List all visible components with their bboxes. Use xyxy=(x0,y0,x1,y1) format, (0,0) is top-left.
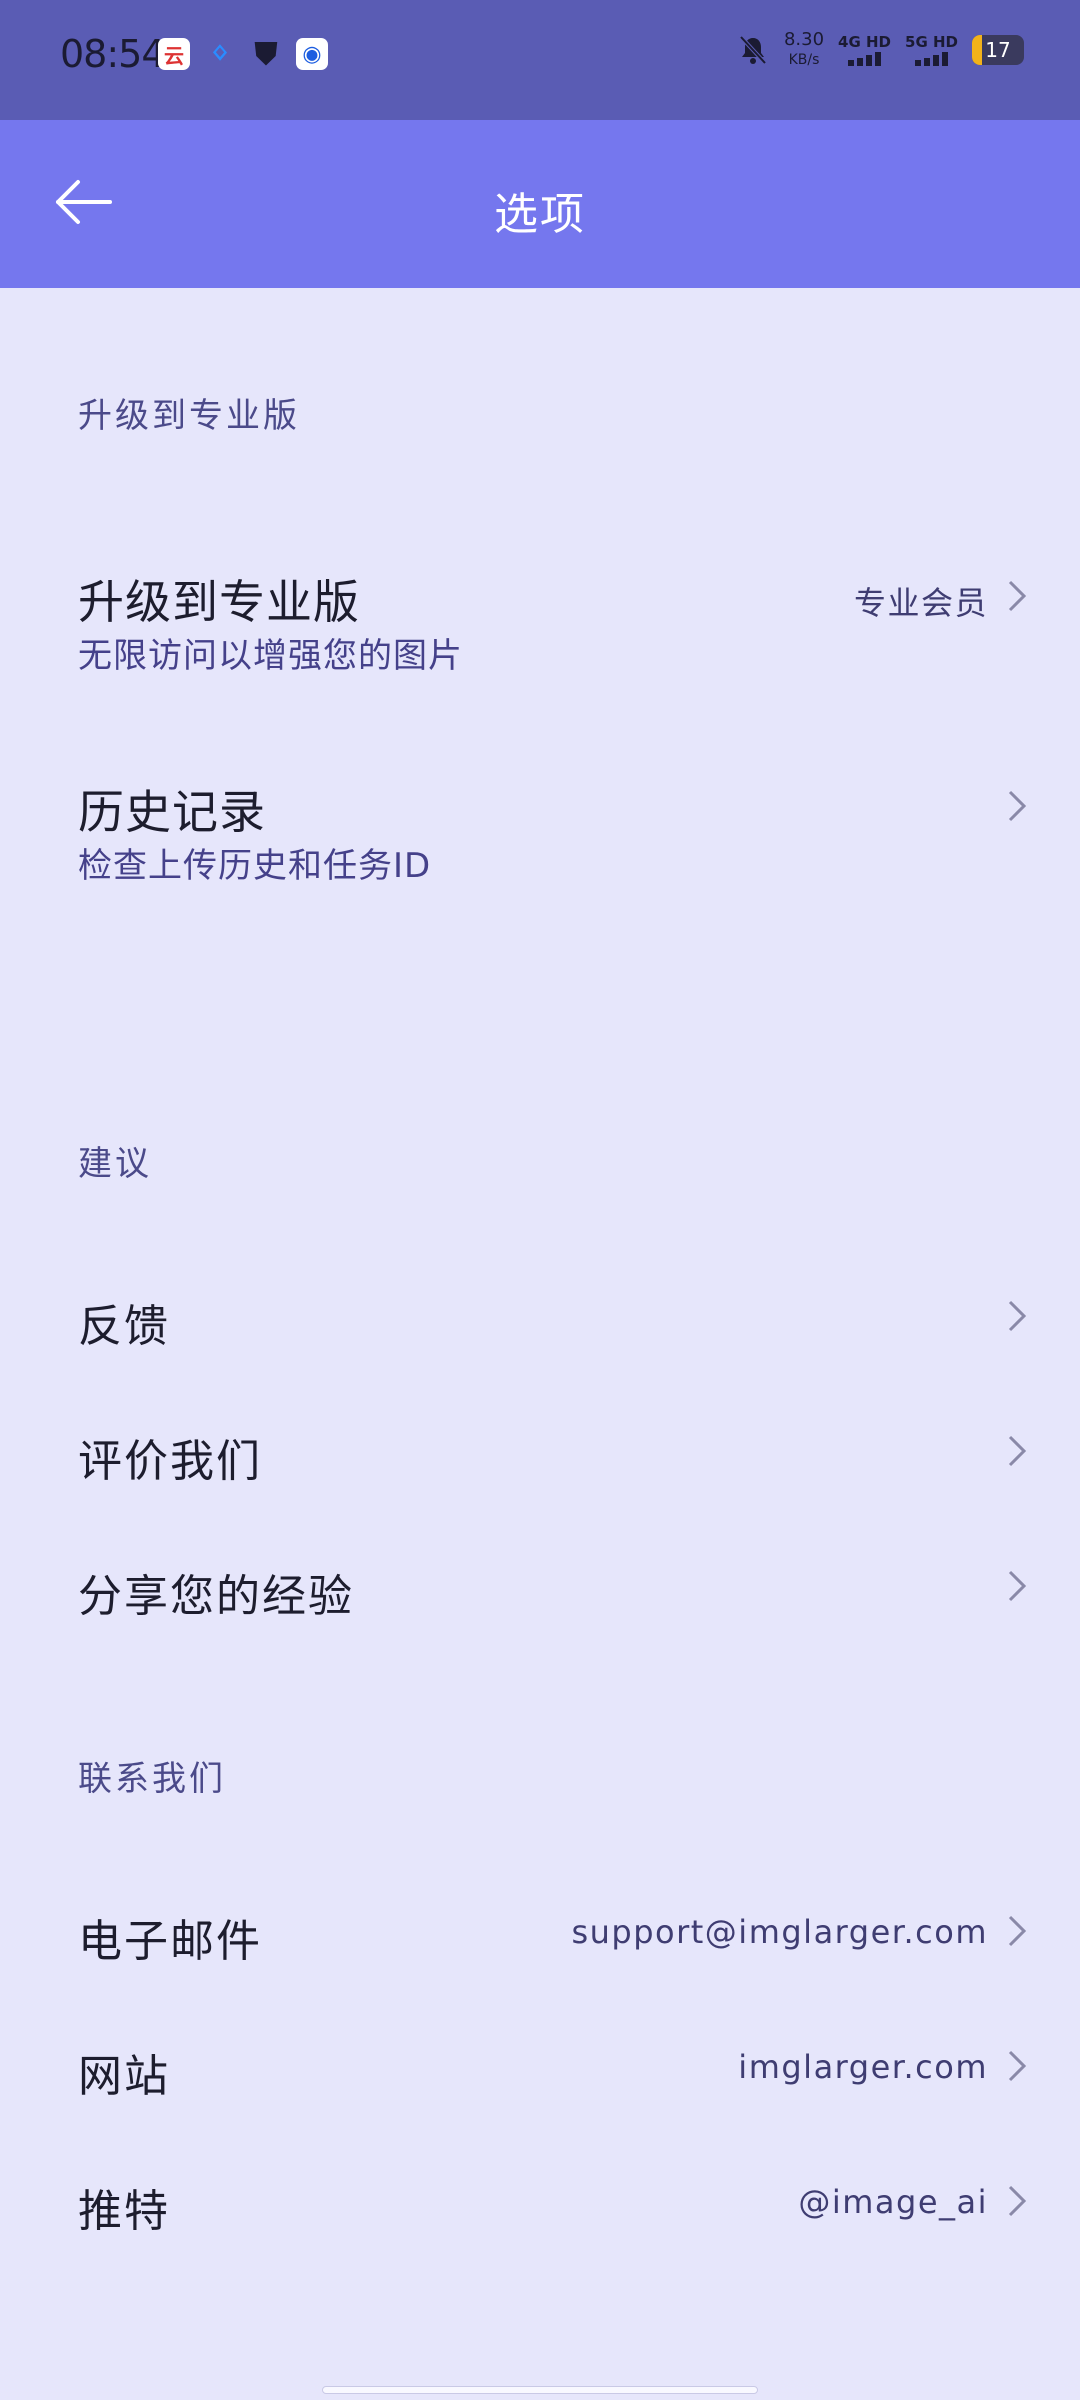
signal-bars-icon xyxy=(838,52,891,66)
feedback-title: 反馈 xyxy=(78,1301,170,1352)
share-experience-row[interactable]: 分享您的经验 xyxy=(0,1538,1080,1658)
app-notification-icon: 云 xyxy=(158,38,190,70)
twitter-row[interactable]: 推特 @image_ai xyxy=(0,2153,1080,2273)
section-header-contact: 联系我们 xyxy=(78,1759,226,1799)
history-subtitle: 检查上传历史和任务ID xyxy=(78,846,432,886)
section-header-suggestions: 建议 xyxy=(78,1144,152,1184)
history-row[interactable]: 历史记录 检查上传历史和任务ID xyxy=(0,768,1080,948)
muted-bell-icon xyxy=(739,35,767,65)
network-speed-unit: KB/s xyxy=(788,52,820,68)
website-value[interactable]: imglarger.com xyxy=(738,2048,988,2086)
status-time: 08:54 xyxy=(60,32,166,76)
chevron-right-icon xyxy=(1008,1570,1027,1602)
section-header-upgrade: 升级到专业版 xyxy=(78,396,300,436)
network-speed: 8.30 KB/s xyxy=(784,30,824,70)
website-row[interactable]: 网站 imglarger.com xyxy=(0,2018,1080,2138)
email-title: 电子邮件 xyxy=(78,1916,262,1967)
chevron-right-icon xyxy=(1008,1435,1027,1467)
sim1-signal: 4G HD xyxy=(838,34,891,66)
upgrade-pro-subtitle: 无限访问以增强您的图片 xyxy=(78,636,463,676)
history-title: 历史记录 xyxy=(78,785,266,839)
app-bar: 选项 xyxy=(0,120,1080,288)
cloud-app-icon: ᛜ xyxy=(211,36,229,72)
network-speed-value: 8.30 xyxy=(783,29,825,50)
share-experience-title: 分享您的经验 xyxy=(78,1571,354,1622)
twitter-title: 推特 xyxy=(78,2186,170,2237)
chevron-right-icon xyxy=(1008,2050,1027,2082)
sim1-label: 4G HD xyxy=(838,33,892,51)
upgrade-pro-title: 升级到专业版 xyxy=(78,575,360,629)
signal-bars-icon xyxy=(905,52,958,66)
email-row[interactable]: 电子邮件 support@imglarger.com xyxy=(0,1883,1080,2003)
chevron-right-icon xyxy=(1008,790,1027,822)
sim2-signal: 5G HD xyxy=(905,34,958,66)
page-title: 选项 xyxy=(494,189,586,240)
status-right: 8.30 KB/s 4G HD 5G HD 17 xyxy=(736,30,1024,70)
feedback-row[interactable]: 反馈 xyxy=(0,1268,1080,1388)
website-title: 网站 xyxy=(78,2051,170,2102)
browser-app-icon: ◉ xyxy=(296,38,328,70)
battery-icon: 17 xyxy=(972,35,1024,65)
sim2-label: 5G HD xyxy=(905,33,958,51)
chevron-right-icon xyxy=(1008,580,1027,612)
home-indicator[interactable] xyxy=(322,2386,758,2394)
rate-us-title: 评价我们 xyxy=(78,1436,262,1487)
rate-us-row[interactable]: 评价我们 xyxy=(0,1403,1080,1523)
status-bar: 08:54 云 ᛜ ⛊ ◉ 8.30 KB/s 4G HD 5G HD 17 xyxy=(0,0,1080,120)
chevron-right-icon xyxy=(1008,2185,1027,2217)
upgrade-pro-row[interactable]: 升级到专业版 无限访问以增强您的图片 专业会员 xyxy=(0,558,1080,738)
chevron-right-icon xyxy=(1008,1915,1027,1947)
battery-level: 17 xyxy=(985,38,1011,62)
notification-icons: 云 ᛜ ⛊ ◉ xyxy=(158,36,328,72)
twitter-value[interactable]: @image_ai xyxy=(798,2183,988,2221)
shield-icon: ⛊ xyxy=(254,36,278,72)
email-value[interactable]: support@imglarger.com xyxy=(571,1913,988,1951)
pro-member-badge: 专业会员 xyxy=(853,584,988,622)
chevron-right-icon xyxy=(1008,1300,1027,1332)
